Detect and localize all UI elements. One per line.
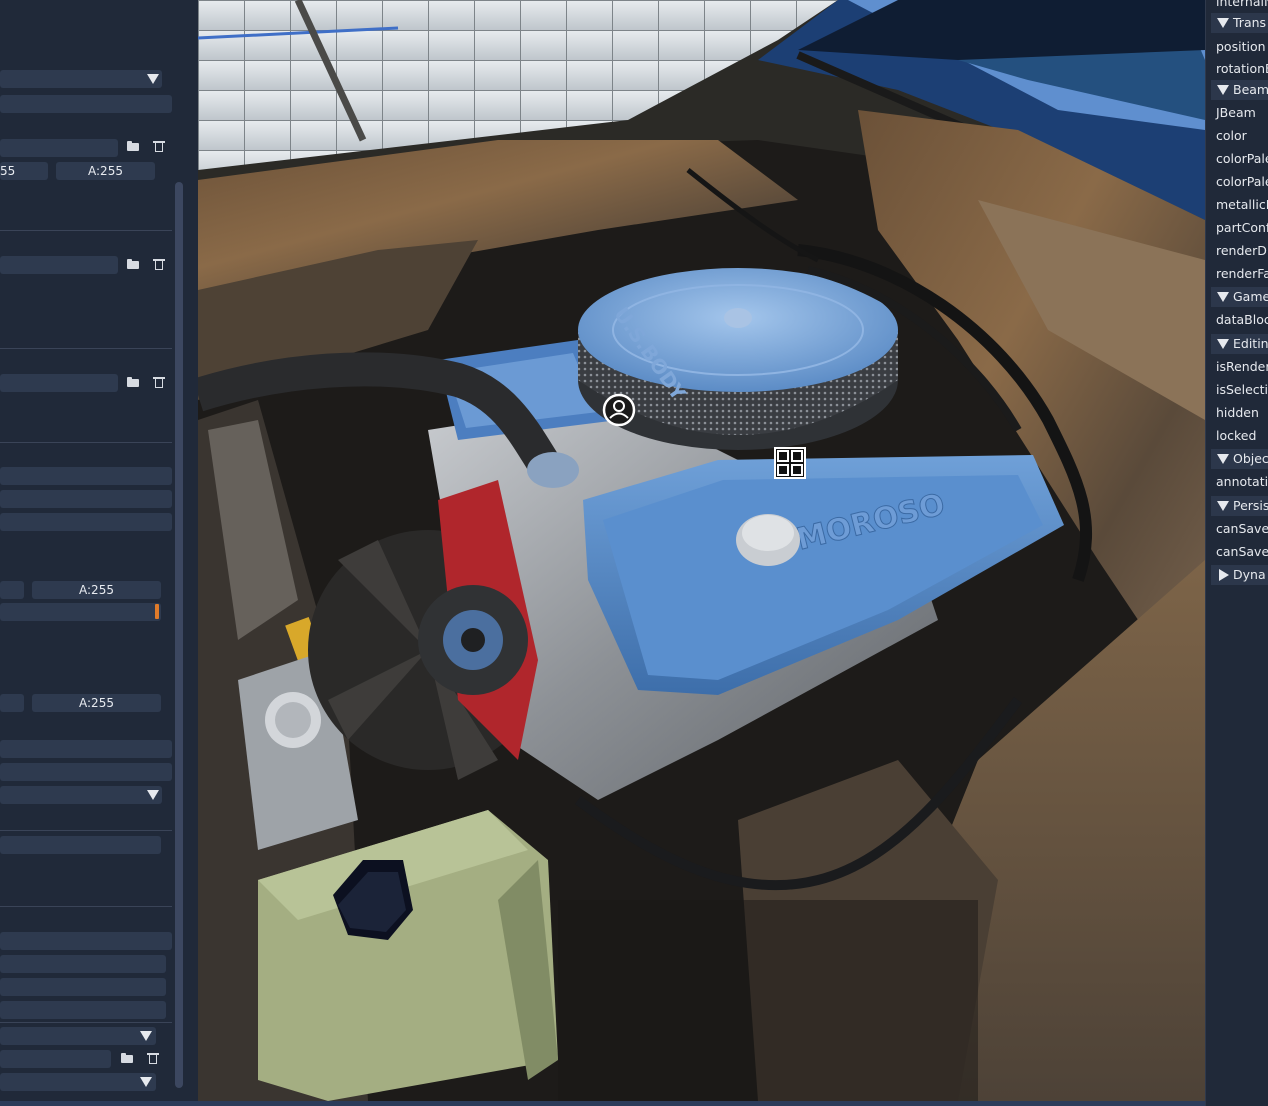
- alpha-channel-field[interactable]: A:255: [32, 581, 161, 599]
- folder-icon[interactable]: [127, 258, 141, 270]
- section-header-editin[interactable]: Editin: [1211, 334, 1268, 354]
- property-label: colorPale: [1216, 174, 1268, 189]
- folder-icon[interactable]: [127, 376, 141, 388]
- section-header-label: Dyna: [1233, 567, 1266, 582]
- chevron-down-icon[interactable]: [147, 790, 159, 800]
- property-label: renderFac: [1216, 266, 1268, 281]
- section-header-objec[interactable]: Objec: [1211, 449, 1268, 469]
- text-field[interactable]: [0, 836, 161, 854]
- property-label: isSelectio: [1216, 382, 1268, 397]
- property-label: annotatio: [1216, 474, 1268, 489]
- trash-icon[interactable]: [153, 258, 167, 270]
- dropdown-field[interactable]: [0, 1073, 156, 1091]
- property-label: color: [1216, 128, 1247, 143]
- section-divider: [0, 442, 172, 443]
- property-label: position: [1216, 39, 1266, 54]
- trash-icon[interactable]: [153, 376, 167, 388]
- section-divider: [0, 348, 172, 349]
- engine-bay-render: MOROSO U.S.BODY: [198, 0, 1205, 1101]
- folder-icon[interactable]: [121, 1052, 135, 1064]
- triangle-down-icon[interactable]: [1217, 339, 1229, 349]
- chevron-down-icon[interactable]: [140, 1077, 152, 1087]
- section-header-label: Trans: [1233, 15, 1267, 30]
- alpha-channel-field[interactable]: A:255: [32, 694, 161, 712]
- chevron-down-icon[interactable]: [140, 1031, 152, 1041]
- inspector-left-panel: 55 A:255 A:255 A:255: [0, 0, 198, 1106]
- property-label: rotationE: [1216, 61, 1268, 76]
- property-label: canSaveD: [1216, 544, 1268, 559]
- section-divider: [0, 1022, 172, 1023]
- text-field[interactable]: [0, 740, 172, 758]
- left-panel-scrollbar[interactable]: [175, 182, 183, 1088]
- property-label: canSave: [1216, 521, 1268, 536]
- property-label: JBeam: [1216, 105, 1256, 120]
- text-field[interactable]: [0, 763, 172, 781]
- file-path-field[interactable]: [0, 256, 118, 274]
- triangle-down-icon[interactable]: [1217, 454, 1229, 464]
- section-header-label: Editin: [1233, 336, 1268, 351]
- property-label: dataBlock: [1216, 312, 1268, 327]
- file-path-field[interactable]: [0, 1050, 111, 1068]
- alpha-channel-field[interactable]: A:255: [56, 162, 155, 180]
- grid-snap-icon[interactable]: [774, 447, 806, 479]
- triangle-down-icon[interactable]: [1217, 501, 1229, 511]
- color-channel-field[interactable]: 55: [0, 162, 48, 180]
- triangle-right-icon[interactable]: [1219, 569, 1229, 581]
- section-header-label: Game: [1233, 289, 1268, 304]
- section-header-dyna[interactable]: Dyna: [1211, 565, 1268, 585]
- text-field[interactable]: [0, 490, 172, 508]
- section-header-persis[interactable]: Persis: [1211, 496, 1268, 516]
- dropdown-field[interactable]: [0, 70, 162, 88]
- triangle-down-icon[interactable]: [1217, 85, 1229, 95]
- section-header-label: Objec: [1233, 451, 1268, 466]
- trash-icon[interactable]: [147, 1052, 161, 1064]
- inspector-right-panel: internalN Trans position rotationE Beam JBea…: [1205, 0, 1268, 1106]
- dropdown-field[interactable]: [0, 786, 162, 804]
- text-field[interactable]: [0, 513, 172, 531]
- trash-icon[interactable]: [153, 140, 167, 152]
- slider-handle[interactable]: [155, 604, 159, 619]
- section-divider: [0, 906, 172, 907]
- property-label: isRenderE: [1216, 359, 1268, 374]
- text-field[interactable]: [0, 95, 172, 113]
- property-label: locked: [1216, 428, 1257, 443]
- property-label: hidden: [1216, 405, 1259, 420]
- section-header-label: Beam: [1233, 82, 1268, 97]
- section-header-beam[interactable]: Beam: [1211, 80, 1268, 100]
- bottom-status-strip: [0, 1101, 1268, 1106]
- chevron-down-icon[interactable]: [147, 74, 159, 84]
- file-path-field[interactable]: [0, 374, 118, 392]
- text-field[interactable]: [0, 955, 166, 973]
- text-field[interactable]: [0, 467, 172, 485]
- 3d-viewport[interactable]: MOROSO U.S.BODY: [198, 0, 1205, 1101]
- text-field[interactable]: [0, 978, 166, 996]
- section-header-label: Persis: [1233, 498, 1268, 513]
- section-header-game[interactable]: Game: [1211, 287, 1268, 307]
- text-field[interactable]: [0, 932, 172, 950]
- triangle-down-icon[interactable]: [1217, 18, 1229, 28]
- object-origin-icon[interactable]: [602, 393, 636, 427]
- field-label-internal: internalN: [1216, 0, 1268, 9]
- file-path-field[interactable]: [0, 139, 118, 157]
- property-label: colorPale: [1216, 151, 1268, 166]
- color-channel-field[interactable]: [0, 581, 24, 599]
- section-divider: [0, 230, 172, 231]
- folder-icon[interactable]: [127, 140, 141, 152]
- dropdown-field[interactable]: [0, 1027, 156, 1045]
- property-label: metallicP: [1216, 197, 1268, 212]
- slider-track[interactable]: [0, 603, 161, 621]
- section-header-trans[interactable]: Trans: [1211, 13, 1268, 33]
- property-label: partConfi: [1216, 220, 1268, 235]
- text-field[interactable]: [0, 1001, 166, 1019]
- triangle-down-icon[interactable]: [1217, 292, 1229, 302]
- property-label: renderDis: [1216, 243, 1268, 258]
- section-divider: [0, 830, 172, 831]
- color-channel-field[interactable]: [0, 694, 24, 712]
